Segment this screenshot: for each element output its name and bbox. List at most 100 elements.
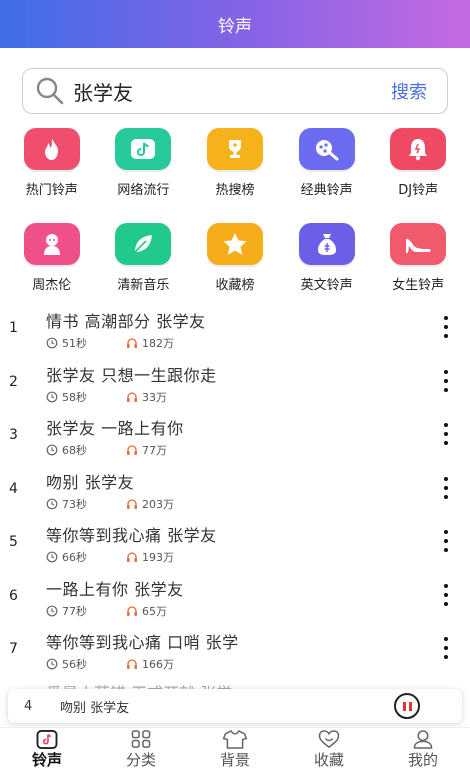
song-row[interactable]: 2 张学友 只想一生跟你走 58秒 33万 [0, 354, 470, 408]
category-label: 周杰伦 [32, 278, 72, 293]
song-duration: 77秒 [62, 604, 87, 618]
clock-icon [46, 444, 58, 456]
song-rank: 2 [9, 373, 18, 390]
song-title: 吻别 张学友 [46, 472, 135, 492]
tab-label: 收藏 [313, 751, 344, 769]
category-favorites-rank[interactable]: 收藏榜 [189, 223, 281, 293]
more-options-icon[interactable] [442, 476, 450, 503]
user-icon [413, 730, 433, 749]
more-options-icon[interactable] [442, 423, 450, 449]
song-duration: 73秒 [62, 497, 87, 511]
song-row[interactable]: 6 一路上有你 张学友 77秒 65万 [0, 568, 470, 622]
song-row[interactable]: 1 情书 高潮部分 张学友 51秒 182万 [0, 300, 470, 354]
page-title: 铃声 [0, 0, 470, 48]
player-rank: 4 [24, 698, 33, 714]
search-icon [36, 77, 64, 105]
song-title: 等你等到我心痛 张学友 [46, 526, 217, 545]
tab-mine[interactable]: 我的 [376, 728, 470, 770]
song-play-count: 166万 [142, 658, 174, 671]
song-duration: 68秒 [62, 444, 87, 457]
tab-label: 铃声 [31, 751, 62, 769]
category-dj[interactable]: DJ铃声 [372, 128, 464, 198]
bottom-tab-bar: 铃声 分类 背景 收藏 我的 [0, 727, 470, 770]
tab-ringtone[interactable]: 铃声 [0, 728, 94, 770]
category-jay-chou[interactable]: 周杰伦 [6, 223, 98, 293]
ringtone-icon [36, 730, 58, 749]
category-label: 女生铃声 [392, 278, 445, 293]
trophy-icon [206, 128, 263, 170]
category-female[interactable]: 女生铃声 [372, 223, 464, 293]
song-row[interactable]: 7 等你等到我心痛 口哨 张学 56秒 166万 [0, 621, 470, 675]
category-label: 网络流行 [117, 183, 170, 198]
category-hot-search[interactable]: 热搜榜 [189, 128, 281, 198]
headphones-icon [127, 445, 137, 455]
more-options-icon[interactable] [442, 530, 450, 556]
category-label: 热门铃声 [25, 183, 78, 198]
song-play-count: 182万 [142, 337, 174, 350]
clock-icon [46, 391, 58, 402]
category-internet-popular[interactable]: 网络流行 [98, 128, 190, 198]
tab-label: 背景 [219, 751, 250, 769]
song-meta: 56秒 166万 [46, 656, 174, 672]
money-bag-icon [298, 223, 355, 265]
headphones-icon [127, 498, 137, 509]
song-row[interactable]: 3 张学友 一路上有你 68秒 77万 [0, 407, 470, 461]
heart-icon [318, 730, 340, 749]
clock-icon [46, 551, 58, 563]
song-duration: 66秒 [62, 551, 87, 564]
pause-button[interactable] [394, 693, 420, 719]
song-row[interactable]: 5 等你等到我心痛 张学友 66秒 193万 [0, 514, 470, 568]
song-meta: 73秒 203万 [46, 496, 174, 512]
song-row[interactable]: 4 吻别 张学友 73秒 203万 [0, 461, 470, 515]
tab-favorites[interactable]: 收藏 [282, 728, 376, 770]
song-title: 情书 高潮部分 张学友 [46, 312, 206, 331]
category-label: 热搜榜 [215, 183, 255, 198]
category-hot-ringtones[interactable]: 热门铃声 [6, 128, 98, 198]
high-heel-icon [390, 223, 447, 265]
more-options-icon[interactable] [442, 316, 450, 342]
clock-icon [46, 337, 58, 349]
category-label: 经典铃声 [300, 183, 353, 198]
song-rank: 1 [9, 320, 18, 336]
more-options-icon[interactable] [442, 583, 450, 610]
song-duration: 51秒 [62, 337, 87, 350]
song-play-count: 33万 [142, 390, 167, 404]
tab-background[interactable]: 背景 [188, 728, 282, 770]
bell-icon [390, 128, 447, 170]
headphones-icon [127, 552, 137, 562]
headphones-icon [127, 605, 137, 616]
song-duration: 58秒 [62, 390, 87, 404]
category-label: 收藏榜 [215, 278, 255, 293]
song-rank: 6 [9, 587, 18, 604]
mini-player[interactable]: 4 吻别 张学友 [8, 689, 462, 723]
header-title: 铃声 [218, 16, 252, 37]
song-title: 张学友 只想一生跟你走 [46, 365, 217, 385]
search-button[interactable]: 搜索 [383, 78, 435, 104]
search-bar[interactable]: 张学友 搜索 [22, 68, 448, 114]
category-english[interactable]: 英文铃声 [281, 223, 373, 293]
headphones-icon [127, 338, 137, 348]
song-play-count: 77万 [142, 444, 167, 457]
tab-category[interactable]: 分类 [94, 728, 188, 770]
player-title: 吻别 张学友 [60, 700, 130, 716]
category-label: 清新音乐 [117, 278, 170, 293]
song-list: 1 情书 高潮部分 张学友 51秒 182万 2 张学友 只想一生跟你走 58秒 33万 3 张学… [0, 300, 470, 675]
category-grid: 热门铃声 网络流行 热搜榜 经典铃声 DJ铃声 周杰伦 清新音乐 收藏榜 英文铃… [0, 128, 470, 293]
category-label: 英文铃声 [300, 278, 353, 293]
song-meta: 58秒 33万 [46, 389, 167, 405]
leaf-icon [115, 223, 172, 265]
more-options-icon[interactable] [442, 369, 450, 396]
category-classic[interactable]: 经典铃声 [281, 128, 373, 198]
person-icon [23, 223, 80, 265]
song-play-count: 193万 [142, 551, 174, 564]
search-input[interactable]: 张学友 [73, 77, 383, 106]
shirt-icon [222, 730, 248, 749]
song-rank: 4 [9, 480, 18, 497]
song-rank: 7 [9, 641, 18, 657]
more-options-icon[interactable] [442, 637, 450, 663]
headphones-icon [127, 391, 137, 402]
song-meta: 66秒 193万 [46, 549, 174, 565]
category-label: DJ铃声 [398, 183, 439, 198]
category-fresh-music[interactable]: 清新音乐 [98, 223, 190, 293]
tab-label: 分类 [125, 751, 156, 769]
